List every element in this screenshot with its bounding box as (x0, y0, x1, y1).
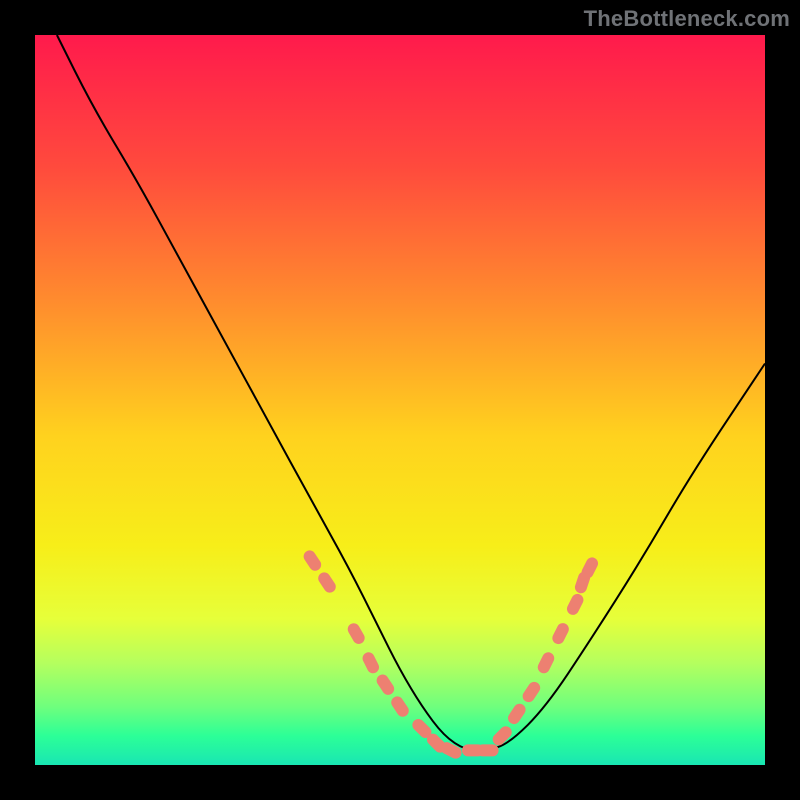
curve-marker (316, 570, 338, 595)
curve-marker (374, 672, 396, 697)
watermark-text: TheBottleneck.com (584, 6, 790, 32)
curve-marker (536, 650, 557, 675)
curve-marker (520, 680, 542, 705)
curve-marker (550, 621, 571, 646)
curve-marker (361, 650, 382, 675)
outer-frame: TheBottleneck.com (0, 0, 800, 800)
marker-group (301, 548, 600, 761)
curve-layer (35, 35, 765, 765)
plot-area (35, 35, 765, 765)
curve-marker (389, 694, 411, 719)
curve-marker (477, 744, 499, 756)
curve-marker (565, 592, 586, 617)
curve-marker (301, 548, 323, 573)
curve-marker (506, 701, 528, 726)
bottleneck-curve (57, 35, 765, 750)
curve-marker (346, 621, 367, 646)
